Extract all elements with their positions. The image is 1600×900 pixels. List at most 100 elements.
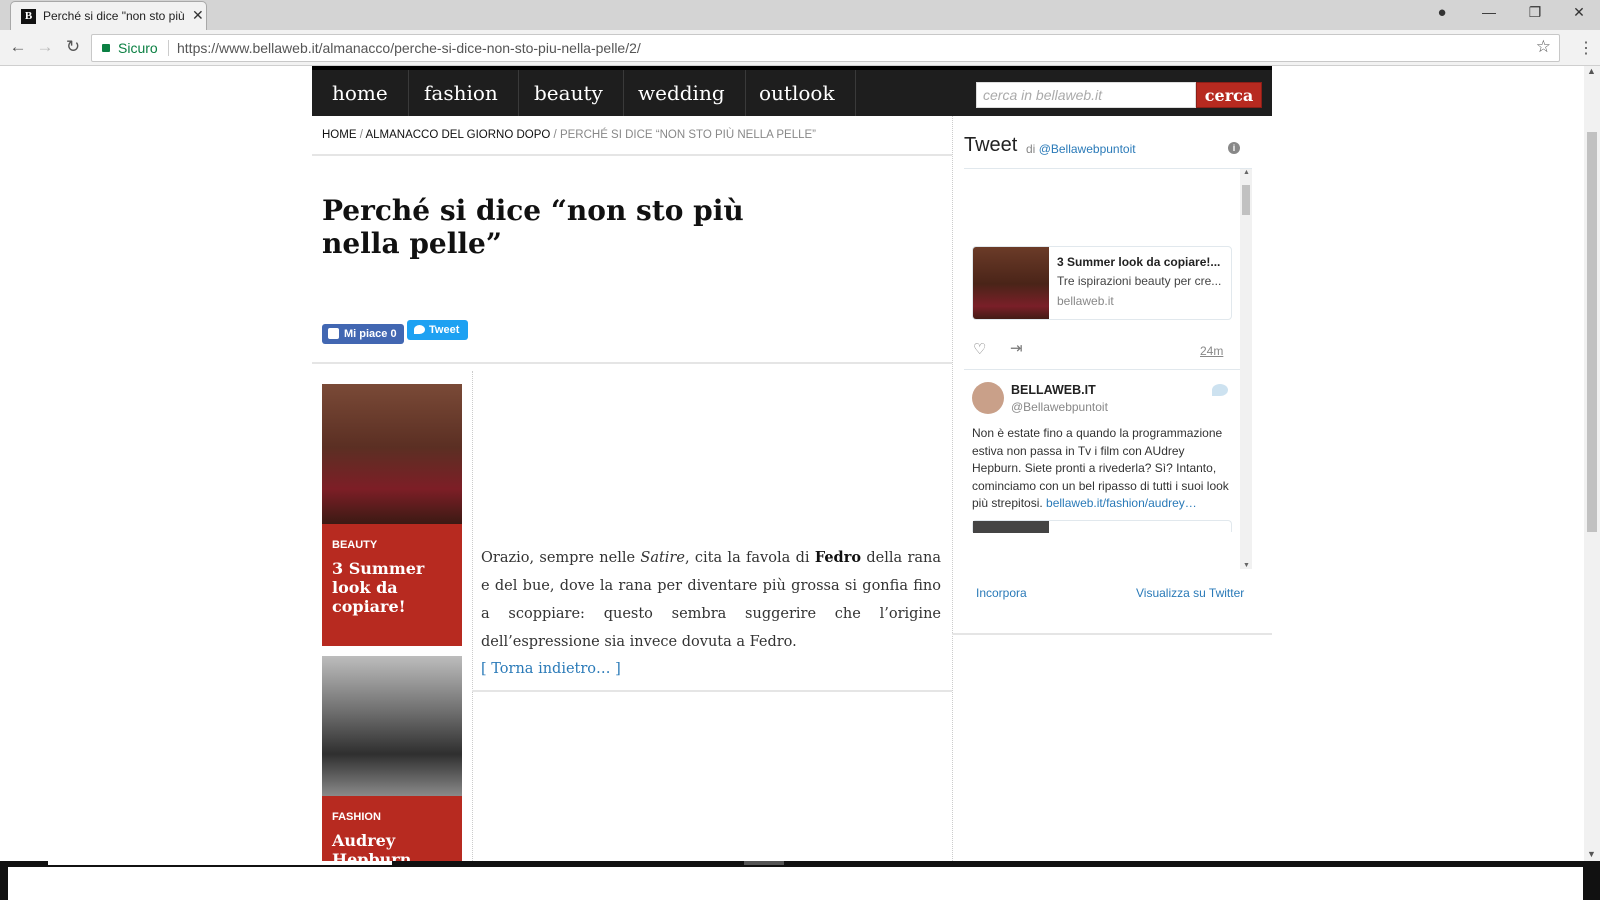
lock-icon [102,44,110,52]
scroll-up-icon[interactable]: ▲ [1587,66,1596,76]
main-nav: home fashion beauty wedding outlook cerc… [312,70,1272,116]
card-title: 3 Summer look da copiare!... [1057,255,1221,269]
media-thumbnail [973,521,1049,533]
bottom-strip [744,861,784,865]
embed-link[interactable]: Incorpora [976,586,1027,600]
scroll-thumb[interactable] [1242,185,1250,215]
fashion-photo[interactable] [322,656,462,796]
address-bar[interactable]: Sicuro https://www.bellaweb.it/almanacco… [91,34,1560,62]
tab-title: Perché si dice "non sto più nella pelle" [43,9,188,23]
tweet-media[interactable] [972,520,1232,533]
beauty-photo[interactable] [322,384,462,524]
divider [312,362,952,364]
twitter-bird-icon[interactable] [1212,384,1228,396]
scroll-down-icon[interactable]: ▼ [1243,562,1250,569]
card-category[interactable]: FASHION [332,811,381,823]
card-description: Tre ispirazioni beauty per cre... [1057,274,1222,288]
article-body: Orazio, sempre nelle Satire, cita la fav… [481,544,941,656]
user-handle[interactable]: @Bellawebpuntoit [1011,400,1108,414]
page-viewport: home fashion beauty wedding outlook cerc… [0,66,1584,861]
tweet-link[interactable]: bellaweb.it/fashion/audrey… [1046,496,1197,510]
scroll-up-icon[interactable]: ▲ [1243,169,1250,176]
breadcrumb-section[interactable]: ALMANACCO DEL GIORNO DOPO [365,129,550,141]
tab-strip: B Perché si dice "non sto più nella pell… [0,0,1600,30]
byline-prefix: di [1026,142,1039,156]
related-card[interactable]: FASHION Audrey Hepburn, tutti i look [322,656,462,861]
minimize-icon[interactable]: — [1474,4,1504,20]
browser-toolbar: ← → ↻ Sicuro https://www.bellaweb.it/alm… [0,30,1600,66]
widget-title: Tweet [964,134,1018,156]
info-icon[interactable]: i [1228,142,1240,154]
tweet-button[interactable]: Tweet [407,320,468,340]
widget-byline: di @Bellawebpuntoit [1026,142,1136,156]
close-tab-icon[interactable]: ✕ [192,7,204,24]
card-title[interactable]: 3 Summer look da copiare! [332,559,452,616]
tweet-timestamp[interactable]: 24m [1200,344,1223,358]
forward-arrow-icon[interactable]: → [33,37,57,57]
browser-tab[interactable]: B Perché si dice "non sto più nella pell… [10,1,207,30]
divider [952,633,1272,635]
link-card[interactable]: 3 Summer look da copiare!... Tre ispiraz… [972,246,1232,320]
scroll-down-icon[interactable]: ▼ [1587,849,1596,859]
facebook-like-button[interactable]: Mi piace 0 [322,324,404,344]
share-icon[interactable]: ⇥ [1010,339,1023,357]
view-on-twitter-link[interactable]: Visualizza su Twitter [1136,586,1244,600]
heart-icon[interactable]: ♡ [973,340,986,358]
back-arrow-icon[interactable]: ← [6,37,30,57]
user-name[interactable]: BELLAWEB.IT [1011,383,1096,397]
tweet-label: Tweet [429,324,460,336]
card-domain: bellaweb.it [1057,294,1114,308]
divider [964,369,1240,370]
bottom-strip [48,861,392,865]
vertical-divider [952,116,953,861]
nav-beauty[interactable]: beauty [514,70,624,116]
content-column: HOME / ALMANACCO DEL GIORNO DOPO / PERCH… [312,116,952,861]
card-title[interactable]: Audrey Hepburn, tutti i look [332,831,452,861]
thumbs-up-icon [328,328,339,339]
byline-handle[interactable]: @Bellawebpuntoit [1039,142,1136,156]
back-link[interactable]: [ Torna indietro… ] [481,661,621,677]
divider [472,690,952,692]
body-text: , cita la favola di [684,550,815,566]
scroll-thumb[interactable] [1587,132,1597,532]
menu-kebab-icon[interactable]: ⋮ [1578,38,1594,58]
profile-icon[interactable]: ● [1427,4,1457,21]
body-text: Orazio, sempre nelle [481,550,641,566]
secure-label: Sicuro [118,40,158,56]
reload-icon[interactable]: ↻ [61,37,85,57]
page-scrollbar[interactable]: ▲ ▼ [1584,66,1600,861]
breadcrumb: HOME / ALMANACCO DEL GIORNO DOPO / PERCH… [322,129,816,141]
avatar[interactable] [972,382,1004,414]
breadcrumb-sep: / [550,129,560,141]
divider [168,40,169,56]
body-strong: Fedro [814,549,862,566]
site-favicon-icon: B [21,9,36,24]
bottom-bar [0,861,1600,900]
breadcrumb-home[interactable]: HOME [322,129,357,141]
card-category[interactable]: BEAUTY [332,539,377,551]
search-button[interactable]: cerca [1196,82,1262,108]
bottom-panel [8,867,1583,900]
body-emphasis: Satire [640,550,685,566]
bookmark-star-icon[interactable]: ☆ [1536,37,1551,57]
close-window-icon[interactable]: ✕ [1564,4,1594,21]
like-label: Mi piace 0 [344,328,397,340]
card-thumbnail [973,247,1049,319]
site-container: home fashion beauty wedding outlook cerc… [312,66,1272,861]
vertical-divider [472,371,473,861]
nav-wedding[interactable]: wedding [618,70,746,116]
divider [312,154,952,156]
breadcrumb-current: PERCHÉ SI DICE “NON STO PIÙ NELLA PELLE” [559,129,816,141]
related-card[interactable]: BEAUTY 3 Summer look da copiare! [322,384,462,646]
tweet-feed: 3 Summer look da copiare!... Tre ispiraz… [964,169,1252,569]
page-title: Perché si dice “non sto più nella pelle” [322,194,744,260]
restore-icon[interactable]: ❐ [1520,4,1550,21]
url-text[interactable]: https://www.bellaweb.it/almanacco/perche… [177,40,641,56]
nav-outlook[interactable]: outlook [739,70,856,116]
twitter-bird-icon [414,325,425,334]
tweet-text: Non è estate fino a quando la programmaz… [972,425,1234,513]
nav-fashion[interactable]: fashion [404,70,519,116]
widget-scrollbar[interactable]: ▲ ▼ [1240,169,1252,569]
search-input[interactable]: cerca in bellaweb.it [976,82,1196,108]
nav-home[interactable]: home [312,70,409,116]
